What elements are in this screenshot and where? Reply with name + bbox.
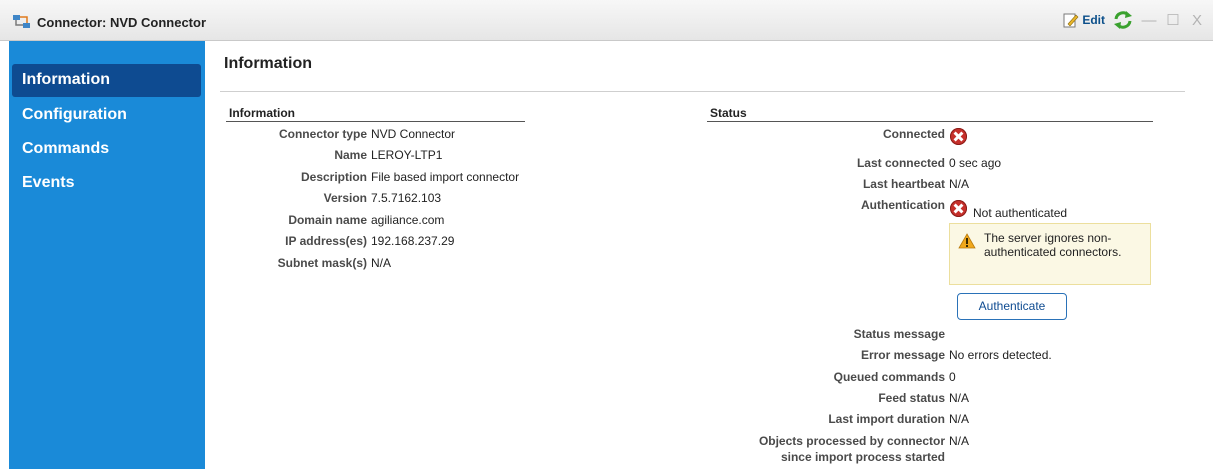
subnet-mask-value: N/A xyxy=(371,256,392,270)
authentication-value: Not authenticated xyxy=(973,206,1068,220)
objects-processed-label-line1: Objects processed by connector xyxy=(758,434,945,448)
ip-address-label: IP address(es) xyxy=(285,234,367,248)
description-label: Description xyxy=(300,170,367,184)
title-divider xyxy=(220,91,1185,92)
queued-commands-label: Queued commands xyxy=(833,370,945,384)
information-section-heading: Information xyxy=(229,106,295,120)
last-connected-value: 0 sec ago xyxy=(949,156,1002,170)
sidebar-item-information[interactable]: Information xyxy=(12,64,201,97)
name-value: LEROY-LTP1 xyxy=(371,148,443,162)
information-section-rule xyxy=(226,121,525,122)
version-label: Version xyxy=(323,191,367,205)
edit-icon xyxy=(1063,13,1079,28)
sidebar-item-events[interactable]: Events xyxy=(12,167,201,200)
authentication-warning-box: The server ignores non-authenticated con… xyxy=(949,223,1151,285)
window-title: Connector: NVD Connector xyxy=(37,15,206,30)
ip-address-value: 192.168.237.29 xyxy=(371,234,455,248)
last-connected-label: Last connected xyxy=(856,156,945,170)
status-message-label: Status message xyxy=(853,327,945,341)
window-titlebar: Connector: NVD Connector Edit — ☐ X xyxy=(0,0,1213,41)
objects-processed-value: N/A xyxy=(949,434,970,448)
authentication-warning-text: The server ignores non-authenticated con… xyxy=(984,231,1122,259)
close-icon[interactable]: X xyxy=(1189,12,1205,29)
warning-icon xyxy=(958,233,976,249)
last-import-duration-label: Last import duration xyxy=(828,412,945,426)
connector-app-icon xyxy=(13,15,30,28)
edit-button[interactable]: Edit xyxy=(1063,12,1105,28)
not-authenticated-error-icon xyxy=(950,200,967,217)
feed-status-label: Feed status xyxy=(878,391,945,405)
connector-type-label: Connector type xyxy=(278,127,367,141)
domain-name-value: agiliance.com xyxy=(371,213,445,227)
not-connected-error-icon xyxy=(950,128,967,145)
sidebar-item-configuration[interactable]: Configuration xyxy=(12,99,201,132)
refresh-icon[interactable] xyxy=(1113,11,1133,29)
sidebar-item-commands[interactable]: Commands xyxy=(12,133,201,166)
edit-label: Edit xyxy=(1082,13,1105,27)
domain-name-label: Domain name xyxy=(288,213,367,227)
version-value: 7.5.7162.103 xyxy=(371,191,442,205)
connector-type-value: NVD Connector xyxy=(371,127,456,141)
authentication-label: Authentication xyxy=(861,198,945,212)
minimize-icon[interactable]: — xyxy=(1141,12,1157,29)
last-heartbeat-label: Last heartbeat xyxy=(862,177,945,191)
queued-commands-value: 0 xyxy=(949,370,956,384)
connected-label: Connected xyxy=(882,127,945,141)
page-title: Information xyxy=(224,55,312,72)
last-import-duration-value: N/A xyxy=(949,412,970,426)
status-section-rule xyxy=(707,121,1153,122)
description-value: File based import connector xyxy=(371,170,520,184)
error-message-label: Error message xyxy=(860,348,945,362)
feed-status-value: N/A xyxy=(949,391,970,405)
status-section-heading: Status xyxy=(710,106,747,120)
authenticate-button[interactable]: Authenticate xyxy=(957,293,1067,320)
maximize-icon[interactable]: ☐ xyxy=(1165,11,1181,29)
subnet-mask-label: Subnet mask(s) xyxy=(277,256,367,270)
last-heartbeat-value: N/A xyxy=(949,177,970,191)
objects-processed-label-line2: since import process started xyxy=(780,450,945,464)
name-label: Name xyxy=(334,148,367,162)
sidebar-nav: Information Configuration Commands Event… xyxy=(9,41,205,469)
error-message-value: No errors detected. xyxy=(949,348,1052,362)
